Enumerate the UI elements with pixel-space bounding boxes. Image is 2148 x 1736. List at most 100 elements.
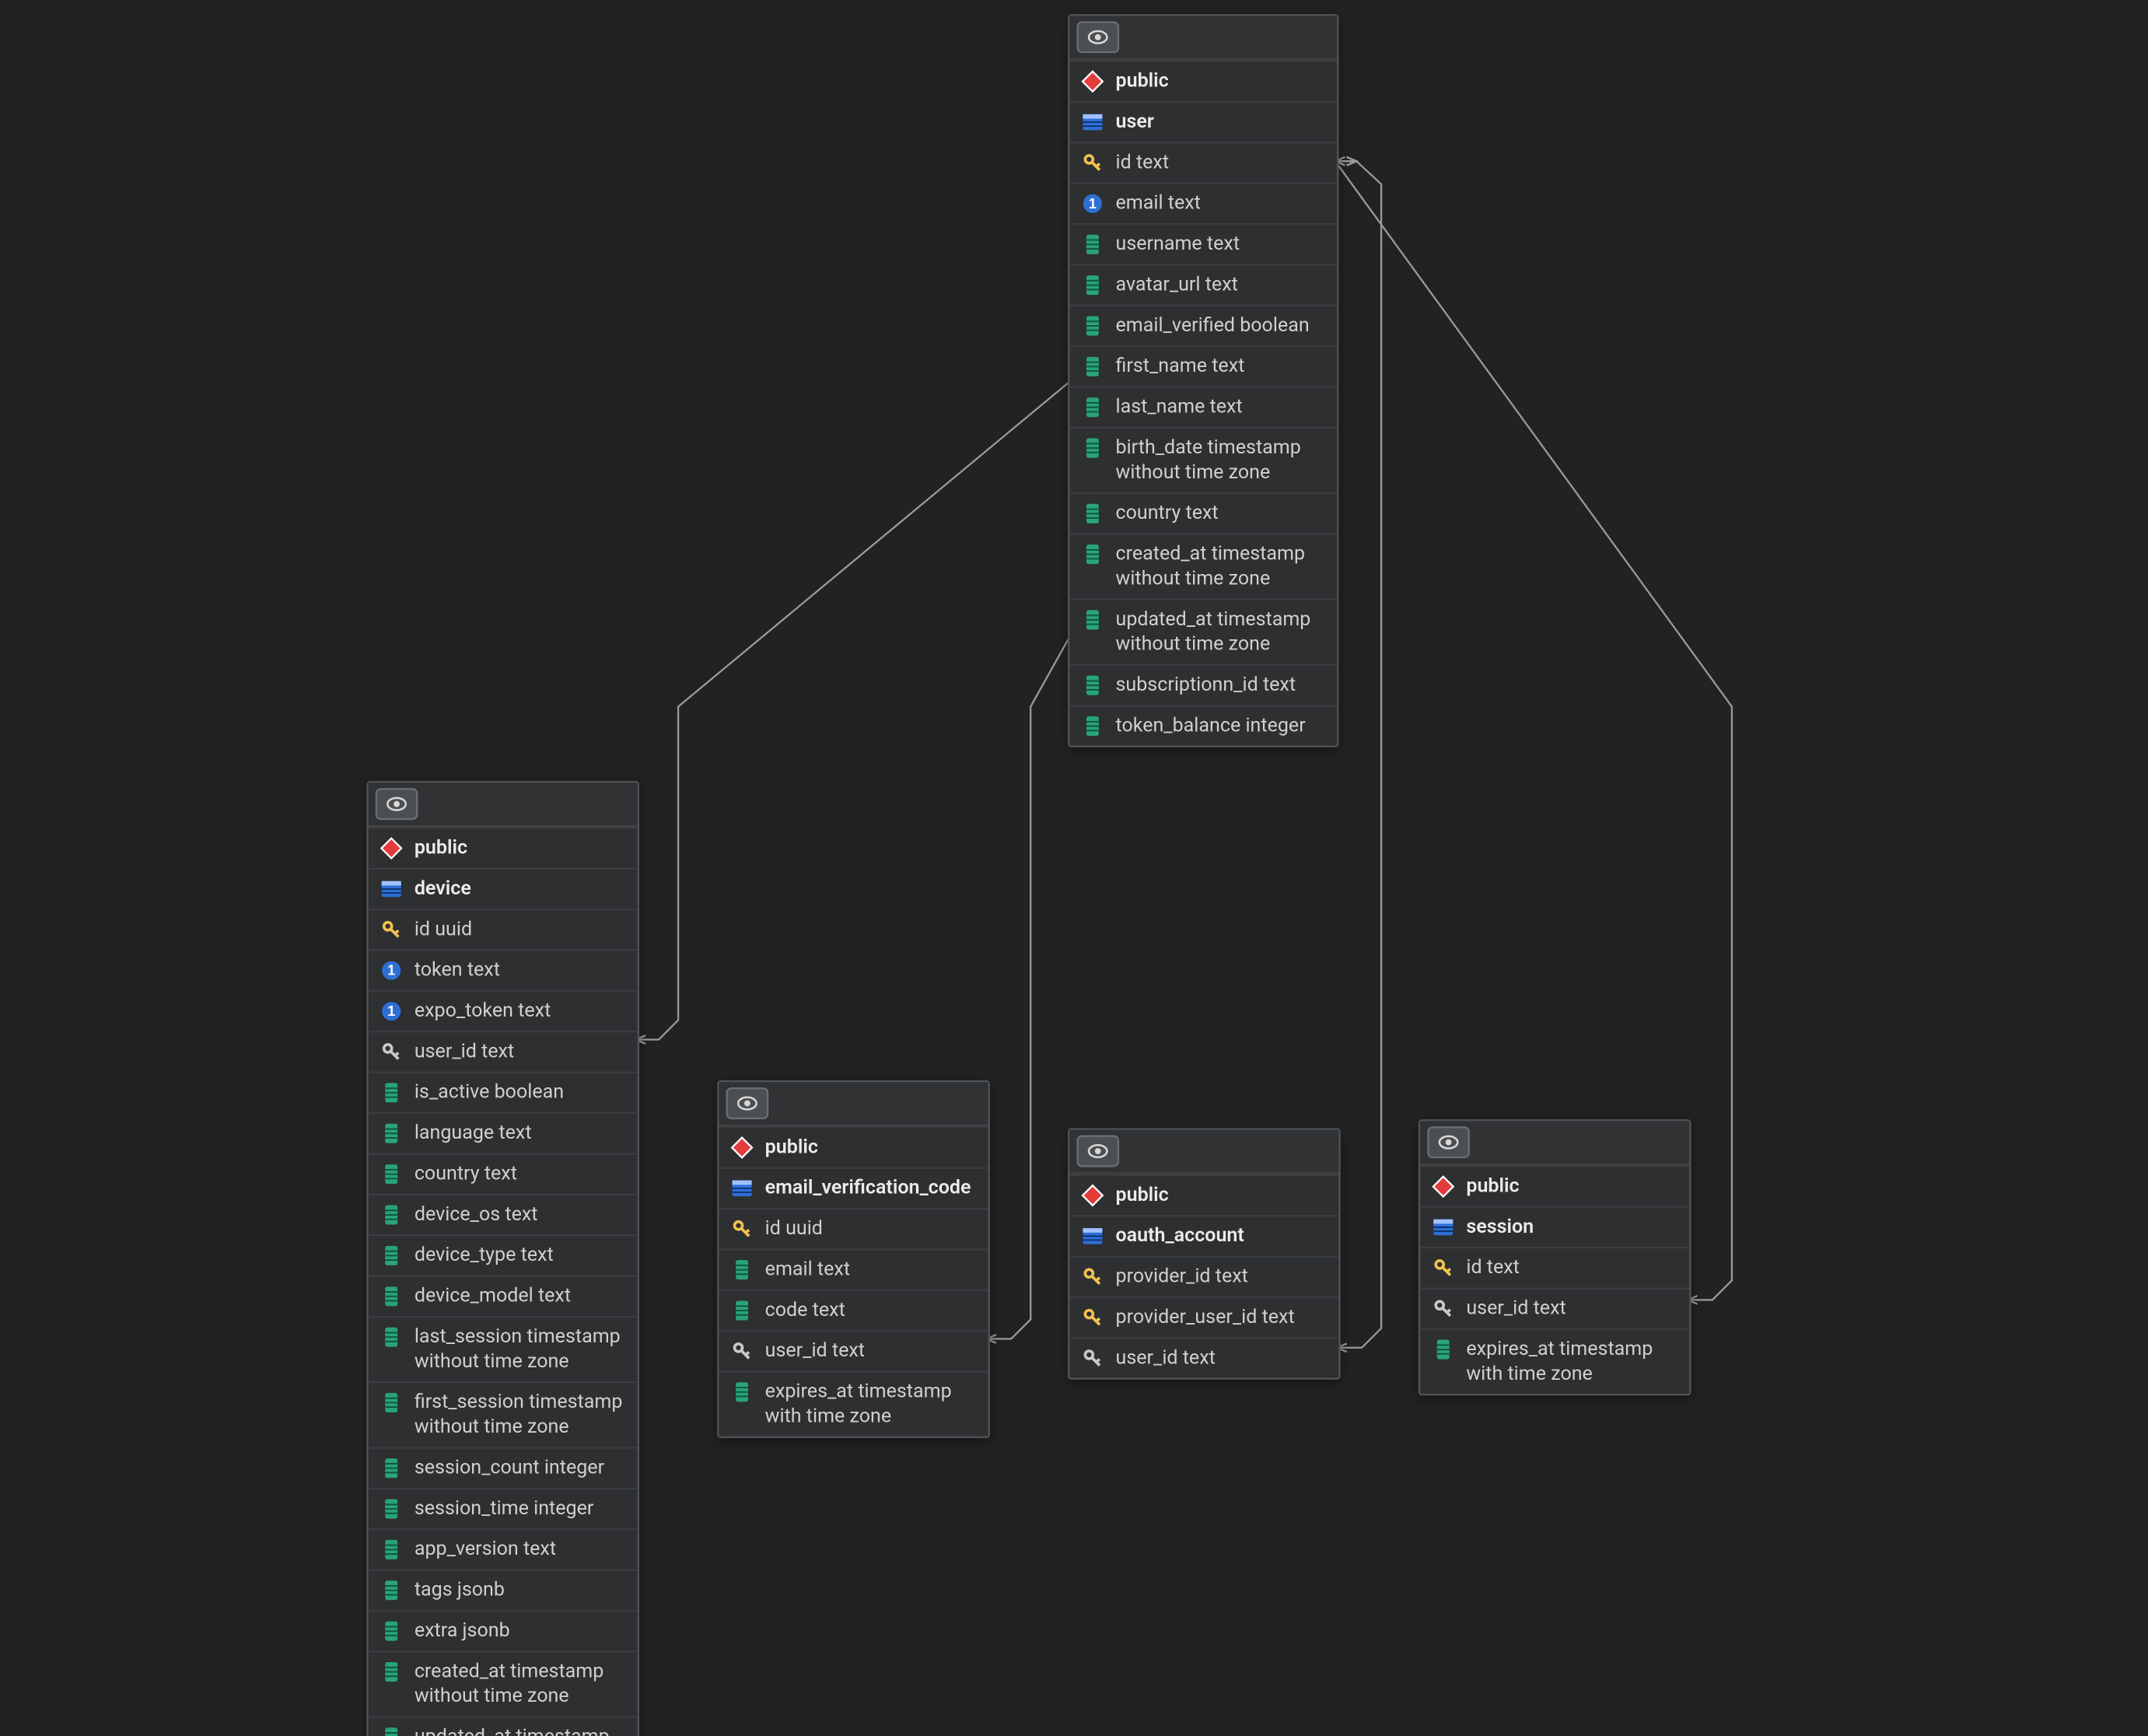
table-name: oauth_account	[1116, 1223, 1244, 1248]
column-row[interactable]: email text	[1069, 183, 1337, 223]
column-label: created_at timestamp without time zone	[415, 1660, 627, 1710]
column-row[interactable]: extra jsonb	[369, 1610, 638, 1650]
table-name-row[interactable]: user	[1069, 101, 1337, 142]
table-name-row[interactable]: device	[369, 868, 638, 908]
column-row[interactable]: last_session timestamp without time zone	[369, 1316, 638, 1381]
column-row[interactable]: birth_date timestamp without time zone	[1069, 427, 1337, 492]
schema-name: public	[765, 1136, 818, 1160]
column-icon	[1080, 542, 1105, 567]
table-oauth_account[interactable]: public oauth_account provider_id text provi…	[1068, 1128, 1341, 1379]
table-name-row[interactable]: email_verification_code	[719, 1167, 988, 1208]
column-row[interactable]: id uuid	[719, 1208, 988, 1248]
column-row[interactable]: email text	[719, 1248, 988, 1289]
column-row[interactable]: first_session timestamp without time zon…	[369, 1381, 638, 1447]
column-label: provider_user_id text	[1116, 1305, 1295, 1330]
column-row[interactable]: provider_user_id text	[1069, 1297, 1338, 1337]
primary-key-icon	[1080, 151, 1105, 176]
column-icon	[379, 1284, 404, 1309]
column-label: expo_token text	[415, 999, 551, 1024]
table-device[interactable]: publicdeviceid uuidtoken text expo_token …	[366, 781, 639, 1736]
column-label: id uuid	[765, 1216, 823, 1241]
foreign-key-icon	[729, 1339, 754, 1363]
column-row[interactable]: session_count integer	[369, 1447, 638, 1487]
schema-row[interactable]: public	[369, 827, 638, 867]
foreign-key-icon	[1080, 1346, 1105, 1371]
column-row[interactable]: expires_at timestamp with time zone	[1420, 1328, 1689, 1394]
column-row[interactable]: app_version text	[369, 1528, 638, 1569]
schema-row[interactable]: public	[1069, 60, 1337, 100]
column-row[interactable]: updated_at timestamp without time zone	[1069, 599, 1337, 664]
column-icon	[1080, 714, 1105, 739]
column-label: birth_date timestamp without time zone	[1116, 436, 1327, 485]
column-row[interactable]: device_model text	[369, 1275, 638, 1315]
column-row[interactable]: tags jsonb	[369, 1569, 638, 1609]
visibility-toggle[interactable]	[1076, 1136, 1119, 1167]
column-label: is_active boolean	[415, 1080, 564, 1105]
column-label: first_session timestamp without time zon…	[415, 1390, 627, 1440]
column-row[interactable]: device_type text	[369, 1234, 638, 1275]
column-icon	[379, 1243, 404, 1268]
column-icon	[379, 1660, 404, 1685]
visibility-toggle[interactable]	[1076, 21, 1119, 53]
table-user[interactable]: publicuserid textemail textusername text…	[1068, 14, 1338, 747]
table-icon	[729, 1176, 754, 1201]
table-name-row[interactable]: session	[1420, 1206, 1689, 1247]
column-row[interactable]: created_at timestamp without time zone	[1069, 533, 1337, 598]
column-row[interactable]: token text	[369, 949, 638, 989]
column-row[interactable]: created_at timestamp without time zone	[369, 1650, 638, 1716]
column-row[interactable]: session_time integer	[369, 1488, 638, 1528]
column-row[interactable]: provider_id text	[1069, 1255, 1338, 1296]
column-icon	[729, 1298, 754, 1323]
column-row[interactable]: avatar_url text	[1069, 264, 1337, 304]
column-row[interactable]: user_id text	[1069, 1337, 1338, 1377]
visibility-toggle[interactable]	[376, 788, 418, 820]
primary-key-icon	[379, 917, 404, 942]
column-row[interactable]: country text	[1069, 492, 1337, 533]
column-icon	[379, 1325, 404, 1349]
column-icon	[1080, 232, 1105, 257]
column-row[interactable]: id uuid	[369, 908, 638, 949]
column-row[interactable]: id text	[1420, 1247, 1689, 1287]
column-row[interactable]: code text	[719, 1290, 988, 1330]
column-icon	[379, 1619, 404, 1643]
column-icon	[729, 1380, 754, 1405]
table-session[interactable]: publicsession id text user_id text expires_…	[1419, 1119, 1691, 1395]
column-row[interactable]: first_name text	[1069, 345, 1337, 386]
schema-row[interactable]: public	[719, 1126, 988, 1167]
column-label: expires_at timestamp with time zone	[1466, 1337, 1678, 1387]
column-row[interactable]: user_id text	[719, 1330, 988, 1370]
visibility-toggle[interactable]	[726, 1087, 769, 1119]
column-icon	[1080, 607, 1105, 632]
column-row[interactable]: last_name text	[1069, 386, 1337, 426]
column-row[interactable]: token_balance integer	[1069, 705, 1337, 745]
column-row[interactable]: email_verified boolean	[1069, 305, 1337, 345]
table-header	[1069, 16, 1337, 60]
column-row[interactable]: user_id text	[369, 1031, 638, 1071]
table-email_verification_code[interactable]: public email_verification_codeid uuid emai…	[717, 1080, 990, 1438]
column-label: id text	[1466, 1255, 1520, 1280]
column-icon	[379, 1725, 404, 1736]
column-row[interactable]: user_id text	[1420, 1287, 1689, 1328]
schema-row[interactable]: public	[1420, 1165, 1689, 1206]
column-row[interactable]: is_active boolean	[369, 1072, 638, 1112]
schema-name: public	[1116, 1183, 1169, 1208]
column-label: user_id text	[1466, 1297, 1566, 1321]
primary-key-icon	[1080, 1305, 1105, 1330]
column-icon	[1080, 354, 1105, 379]
column-row[interactable]: country text	[369, 1153, 638, 1193]
column-row[interactable]: updated_at timestamp with time zone	[369, 1716, 638, 1736]
table-name-row[interactable]: oauth_account	[1069, 1215, 1338, 1255]
visibility-toggle[interactable]	[1427, 1126, 1470, 1158]
column-icon	[1080, 273, 1105, 298]
column-label: device_os text	[415, 1202, 538, 1227]
column-row[interactable]: device_os text	[369, 1194, 638, 1234]
column-row[interactable]: language text	[369, 1112, 638, 1153]
column-label: avatar_url text	[1116, 273, 1238, 298]
column-row[interactable]: username text	[1069, 223, 1337, 264]
schema-row[interactable]: public	[1069, 1174, 1338, 1215]
column-row[interactable]: expires_at timestamp with time zone	[719, 1370, 988, 1436]
column-row[interactable]: subscriptionn_id text	[1069, 664, 1337, 705]
column-row[interactable]: expo_token text	[369, 990, 638, 1031]
erd-canvas[interactable]: publicuserid textemail textusername text…	[0, 0, 2148, 1735]
column-row[interactable]: id text	[1069, 142, 1337, 182]
